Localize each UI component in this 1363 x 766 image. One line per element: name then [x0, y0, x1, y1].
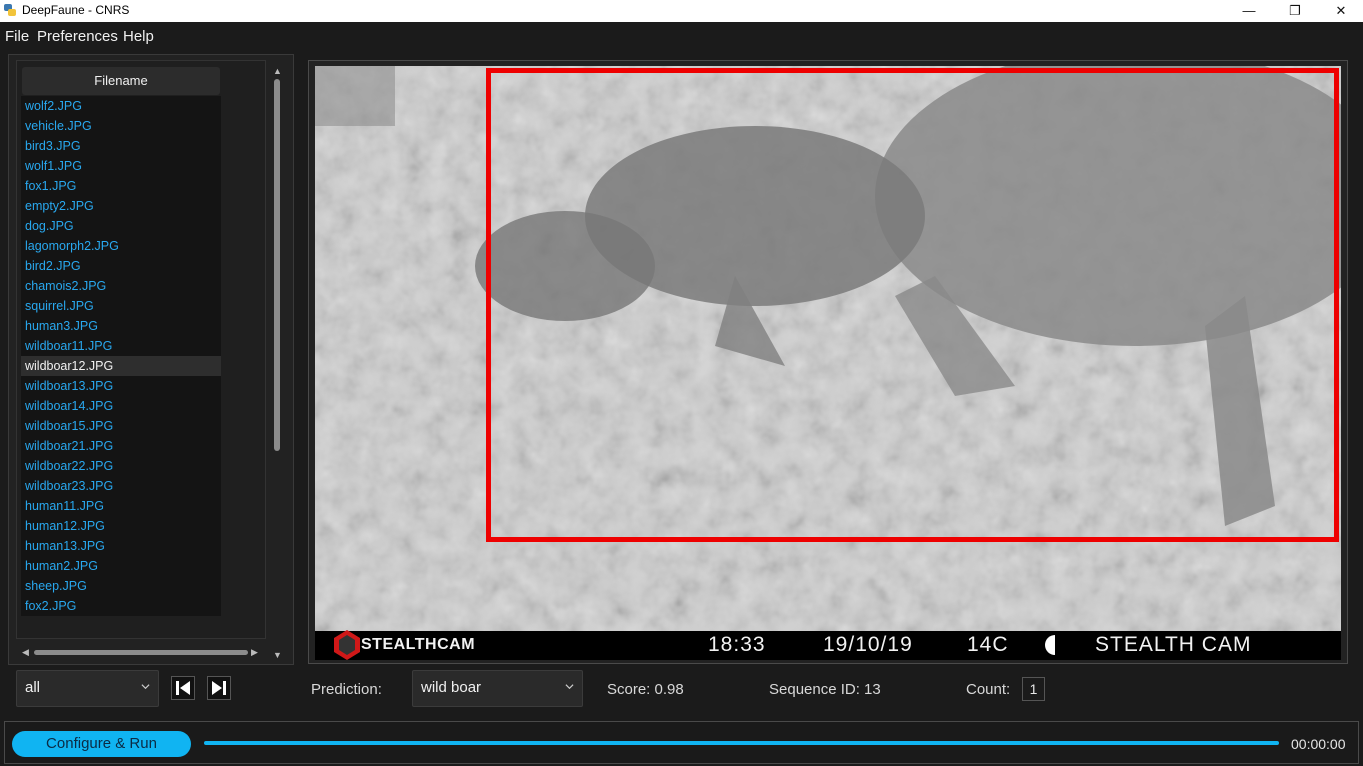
prediction-dropdown[interactable]: wild boar: [412, 670, 583, 707]
file-list-item[interactable]: lagomorph2.JPG: [21, 236, 221, 256]
menu-preferences[interactable]: Preferences: [37, 28, 118, 45]
file-list-item[interactable]: wildboar12.JPG: [21, 356, 221, 376]
restore-button[interactable]: ❐: [1272, 0, 1318, 22]
menu-bar: File Preferences Help: [0, 22, 1363, 52]
filter-value: all: [25, 679, 41, 696]
file-list-item[interactable]: squirrel.JPG: [21, 296, 221, 316]
file-list: wolf2.JPG vehicle.JPG bird3.JPG wolf1.JPG fo…: [21, 96, 221, 616]
file-list-item[interactable]: human12.JPG: [21, 516, 221, 536]
capture-time: 18:33: [708, 633, 766, 656]
previous-button[interactable]: [171, 676, 195, 700]
prediction-label: Prediction:: [311, 681, 382, 698]
skip-forward-icon: [212, 681, 226, 695]
chevron-down-icon: [141, 684, 150, 690]
skip-back-icon: [176, 681, 190, 695]
camera-brand: STEALTHCAM: [361, 636, 476, 653]
file-list-item[interactable]: fox2.JPG: [21, 596, 221, 616]
file-list-item[interactable]: dog.JPG: [21, 216, 221, 236]
file-list-item[interactable]: bird3.JPG: [21, 136, 221, 156]
menu-help[interactable]: Help: [123, 28, 154, 45]
file-list-horizontal-scrollbar[interactable]: ◀ ▶: [22, 645, 262, 659]
file-list-item[interactable]: wolf1.JPG: [21, 156, 221, 176]
window-title: DeepFaune - CNRS: [22, 3, 130, 17]
progress-bar: [204, 741, 1279, 745]
file-list-item[interactable]: wildboar15.JPG: [21, 416, 221, 436]
file-list-item[interactable]: wildboar11.JPG: [21, 336, 221, 356]
horizontal-scroll-thumb[interactable]: [34, 650, 248, 655]
menu-file[interactable]: File: [5, 28, 29, 45]
moon-phase-icon: [1045, 635, 1055, 655]
stealthcam-logo-icon: [334, 630, 360, 660]
close-button[interactable]: ✕: [1318, 0, 1363, 22]
file-list-item[interactable]: empty2.JPG: [21, 196, 221, 216]
file-list-item[interactable]: bird2.JPG: [21, 256, 221, 276]
file-list-item[interactable]: human11.JPG: [21, 496, 221, 516]
file-list-item[interactable]: wolf2.JPG: [21, 96, 221, 116]
sequence-id-text: Sequence ID: 13: [769, 681, 881, 698]
elapsed-time: 00:00:00: [1291, 736, 1346, 752]
scroll-left-icon[interactable]: ◀: [22, 647, 29, 657]
prediction-value: wild boar: [421, 679, 482, 696]
chevron-down-icon: [565, 684, 574, 690]
file-list-vertical-scrollbar[interactable]: ▲ ▼: [270, 66, 284, 662]
filter-dropdown[interactable]: all: [16, 670, 159, 707]
file-list-item[interactable]: sheep.JPG: [21, 576, 221, 596]
file-list-item[interactable]: human3.JPG: [21, 316, 221, 336]
file-list-item[interactable]: fox1.JPG: [21, 176, 221, 196]
next-button[interactable]: [207, 676, 231, 700]
file-list-item[interactable]: wildboar23.JPG: [21, 476, 221, 496]
count-input[interactable]: 1: [1022, 677, 1045, 701]
file-list-item[interactable]: human2.JPG: [21, 556, 221, 576]
file-list-item[interactable]: human13.JPG: [21, 536, 221, 556]
score-text: Score: 0.98: [607, 681, 684, 698]
minimize-button[interactable]: —: [1226, 0, 1272, 22]
file-list-item[interactable]: wildboar21.JPG: [21, 436, 221, 456]
scroll-down-icon[interactable]: ▼: [273, 650, 282, 660]
camera-info-strip: STEALTHCAM 18:33 19/10/19 14C STEALTH CA…: [315, 630, 1341, 660]
capture-temperature: 14C: [967, 633, 1009, 656]
file-list-item[interactable]: wildboar22.JPG: [21, 456, 221, 476]
file-list-item[interactable]: chamois2.JPG: [21, 276, 221, 296]
python-app-icon: [4, 4, 16, 16]
configure-run-button[interactable]: Configure & Run: [12, 731, 191, 757]
scroll-up-icon[interactable]: ▲: [273, 66, 282, 76]
title-bar: DeepFaune - CNRS — ❐ ✕: [0, 0, 1363, 22]
scroll-right-icon[interactable]: ▶: [251, 647, 258, 657]
count-label: Count:: [966, 681, 1011, 698]
file-list-item[interactable]: wildboar14.JPG: [21, 396, 221, 416]
vertical-scroll-thumb[interactable]: [274, 79, 280, 451]
file-list-item[interactable]: vehicle.JPG: [21, 116, 221, 136]
capture-date: 19/10/19: [823, 633, 913, 656]
filename-column-header[interactable]: Filename: [22, 67, 220, 95]
camera-name: STEALTH CAM: [1095, 633, 1252, 656]
detection-bounding-box: [486, 68, 1339, 542]
file-list-item[interactable]: wildboar13.JPG: [21, 376, 221, 396]
